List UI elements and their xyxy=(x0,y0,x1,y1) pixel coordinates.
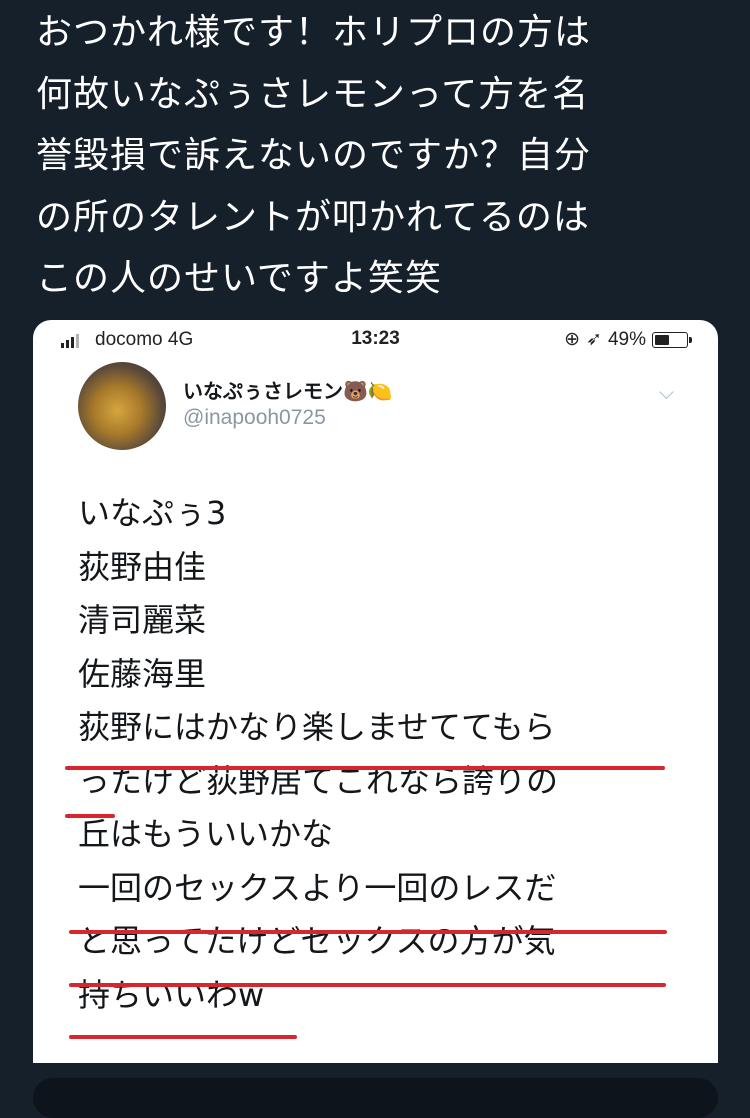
avatar[interactable] xyxy=(78,362,166,450)
body-line: 清司麗菜 xyxy=(78,601,207,639)
battery-percent: 49% xyxy=(607,328,646,350)
tweet-text-line: 何故いなぷぅさレモンって方を名 xyxy=(36,73,590,115)
body-line: と思ってたけどセックスの方が気 xyxy=(78,922,556,960)
display-name[interactable]: いなぷぅさレモン🐻🍋 xyxy=(183,375,393,404)
tweet-text-line: この人のせいですよ笑笑 xyxy=(36,258,442,299)
red-underline xyxy=(65,814,115,818)
tweet-text-line: 誉毀損で訴えないのですか？自分 xyxy=(36,135,592,176)
attached-screenshot[interactable]: docomo 4G 13:23 ⊕ ➶ 49% いなぷぅさレモン🐻🍋 @inap… xyxy=(33,320,718,1063)
body-line: 丘はもういいかな xyxy=(78,815,334,853)
location-arrow-icon: ➶ xyxy=(586,329,602,350)
body-line: ったけど荻野居てこれなら誇りの xyxy=(78,761,559,800)
user-handle[interactable]: @inapooh0725 xyxy=(183,406,326,430)
red-underline xyxy=(69,983,666,987)
phone-status-bar: docomo 4G 13:23 ⊕ ➶ 49% xyxy=(33,320,718,360)
body-line: いなぷぅ3 xyxy=(78,494,227,532)
body-line: 佐藤海里 xyxy=(78,654,207,693)
body-line: 持ちいいわw xyxy=(78,975,265,1014)
tweet-text-line: の所のタレントが叩かれてるのは xyxy=(36,196,590,238)
alarm-icon: ⊕ xyxy=(564,329,581,350)
body-line: 荻野由佳 xyxy=(78,547,207,586)
red-underline xyxy=(69,1035,297,1039)
status-right: ⊕ ➶ 49% xyxy=(564,328,692,351)
tweet-body: いなぷぅ3 荻野由佳 清司麗菜 佐藤海里 荻野にはかなり楽しませててもら ったけ… xyxy=(78,487,698,1022)
red-underline xyxy=(69,930,667,934)
chevron-down-icon[interactable]: ⌵ xyxy=(659,380,674,404)
reply-bar[interactable] xyxy=(33,1078,718,1118)
body-line: 一回のセックスより一回のレスだ xyxy=(78,868,557,907)
battery-icon xyxy=(652,331,692,348)
body-line: 荻野にはかなり楽しませててもら xyxy=(78,708,556,746)
tweet-text-line: おつかれ様です！ホリプロの方は xyxy=(36,12,592,53)
red-underline xyxy=(65,766,665,770)
tweet-text: おつかれ様です！ホリプロの方は 何故いなぷぅさレモンって方を名 誉毀損で訴えない… xyxy=(36,2,716,310)
